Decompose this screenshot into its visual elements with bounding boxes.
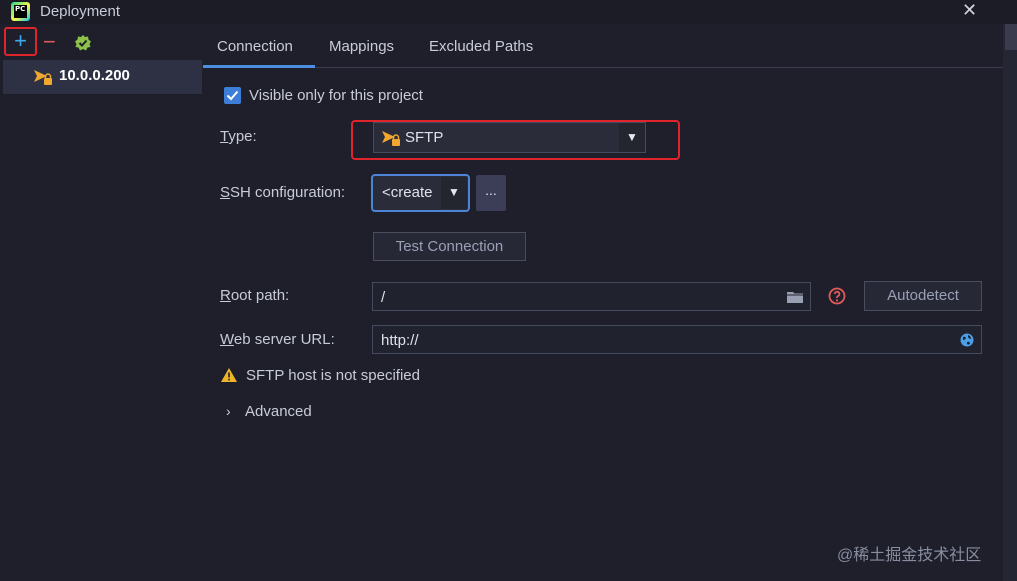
pycharm-app-icon: PC [11,2,30,21]
advanced-section-toggle[interactable]: Advanced [245,403,312,420]
web-server-url-field[interactable] [372,325,982,354]
app-icon-text: PC [14,5,27,18]
ssh-dropdown-arrow[interactable]: ▼ [441,177,467,209]
visible-only-label: Visible only for this project [249,87,423,104]
globe-icon[interactable] [959,332,975,348]
scrollbar-track[interactable] [1003,24,1017,581]
active-tab-indicator [203,65,315,68]
root-path-input[interactable] [381,287,761,307]
check-badge-icon[interactable] [74,34,92,52]
type-label: Type: [220,128,257,145]
sftp-icon [34,70,52,85]
chevron-down-icon: ▼ [626,130,638,144]
root-path-field[interactable] [372,282,811,311]
help-icon[interactable] [828,287,846,305]
visible-only-checkbox[interactable] [224,87,241,104]
web-server-url-label: Web server URL: [220,331,335,348]
warning-message: SFTP host is not specified [246,367,420,384]
web-server-url-input[interactable] [381,330,761,350]
folder-icon[interactable] [786,290,804,304]
window-title: Deployment [40,3,121,20]
tab-excluded-paths[interactable]: Excluded Paths [429,38,533,55]
warning-icon [221,368,237,382]
sftp-icon [382,131,400,146]
server-list-panel [0,24,202,581]
tab-connection[interactable]: Connection [217,38,293,55]
tab-mappings[interactable]: Mappings [329,38,394,55]
watermark: @稀土掘金技术社区 [837,547,982,564]
autodetect-button[interactable]: Autodetect [864,281,982,311]
scrollbar-thumb[interactable] [1005,24,1017,50]
chevron-down-icon: ▼ [448,185,460,199]
add-server-button[interactable]: + [4,27,37,56]
type-dropdown-arrow[interactable]: ▼ [619,123,645,152]
remove-server-button[interactable]: − [43,27,59,56]
ssh-configuration-dropdown[interactable]: <create ▼ [371,174,470,212]
ssh-configuration-label: SSH configuration: [220,184,346,201]
tabs-divider [203,67,1003,68]
test-connection-button[interactable]: Test Connection [373,232,526,261]
chevron-right-icon[interactable]: › [226,403,231,419]
ssh-configuration-value: <create [382,184,433,201]
root-path-label: Root path: [220,287,290,304]
close-icon[interactable]: ✕ [962,0,977,21]
server-name: 10.0.0.200 [59,67,130,84]
ssh-configurations-browse-button[interactable]: ... [476,175,506,211]
type-dropdown[interactable]: SFTP ▼ [373,122,646,153]
title-bar: PC Deployment ✕ [0,0,1017,24]
type-value: SFTP [405,129,444,146]
server-list-item[interactable]: 10.0.0.200 [3,60,202,94]
checkmark-icon [226,90,239,101]
